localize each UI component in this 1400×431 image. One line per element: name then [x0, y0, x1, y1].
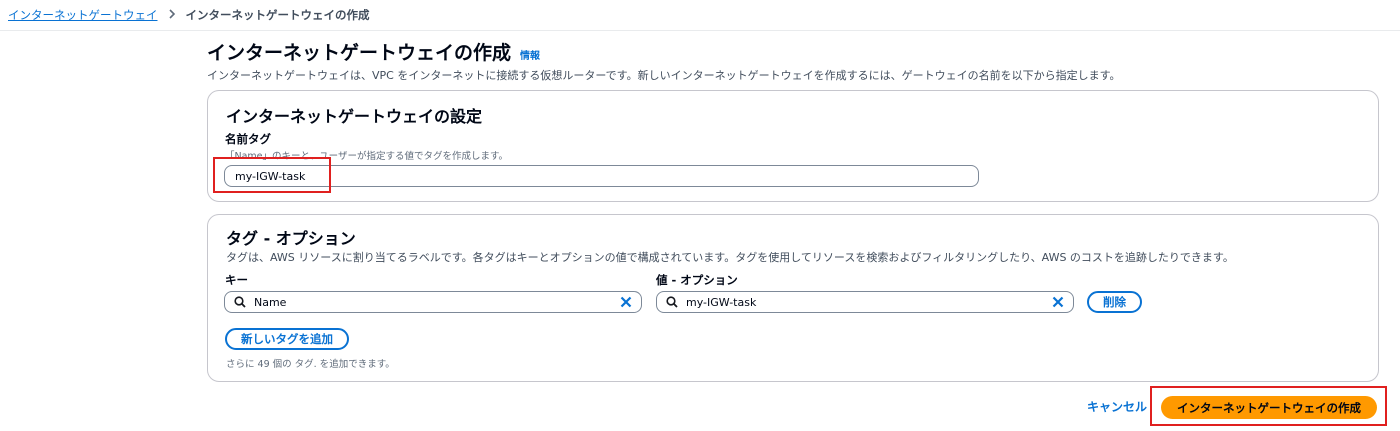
- name-tag-label: 名前タグ: [225, 132, 271, 146]
- settings-title: インターネットゲートウェイの設定: [226, 107, 483, 126]
- key-label: キー: [225, 273, 248, 287]
- search-icon: [666, 296, 678, 308]
- cancel-button[interactable]: キャンセル: [1087, 398, 1147, 415]
- remove-tag-button[interactable]: 削除: [1087, 291, 1142, 313]
- info-link[interactable]: 情報: [520, 47, 540, 62]
- divider: [0, 30, 1400, 31]
- tag-key-value: Name: [254, 295, 287, 309]
- value-label: 値 - オプション: [656, 273, 738, 287]
- add-tag-button[interactable]: 新しいタグを追加: [225, 328, 349, 350]
- page-header: インターネットゲートウェイの作成 情報 インターネットゲートウェイは、VPC を…: [207, 38, 1120, 83]
- gateway-settings-panel: インターネットゲートウェイの設定 名前タグ 「Name」のキーと、ユーザーが指定…: [207, 90, 1379, 202]
- tag-key-input[interactable]: Name: [224, 291, 642, 313]
- clear-icon[interactable]: [1052, 296, 1064, 308]
- name-tag-input[interactable]: my-IGW-task: [224, 165, 979, 187]
- tags-panel: タグ - オプション タグは、AWS リソースに割り当てるラベルです。各タグはキ…: [207, 214, 1379, 382]
- chevron-right-icon: [168, 8, 176, 22]
- name-tag-hint: 「Name」のキーと、ユーザーが指定する値でタグを作成します。: [225, 151, 509, 162]
- tag-value-value: my-IGW-task: [686, 295, 757, 309]
- tags-title: タグ - オプション: [226, 229, 356, 248]
- tags-limit-text: さらに 49 個の タグ. を追加できます。: [226, 359, 395, 370]
- page-description: インターネットゲートウェイは、VPC をインターネットに接続する仮想ルーターです…: [207, 69, 1121, 82]
- page-title: インターネットゲートウェイの作成: [207, 42, 512, 64]
- breadcrumb-link-internet-gateways[interactable]: インターネットゲートウェイ: [8, 7, 158, 23]
- breadcrumb-current: インターネットゲートウェイの作成: [185, 8, 370, 22]
- name-tag-value: my-IGW-task: [235, 169, 306, 183]
- tags-description: タグは、AWS リソースに割り当てるラベルです。各タグはキーとオプションの値で構…: [226, 251, 1234, 264]
- tag-value-input[interactable]: my-IGW-task: [656, 291, 1074, 313]
- create-internet-gateway-button[interactable]: インターネットゲートウェイの作成: [1161, 396, 1377, 419]
- search-icon: [234, 296, 246, 308]
- clear-icon[interactable]: [620, 296, 632, 308]
- breadcrumb: インターネットゲートウェイ インターネットゲートウェイの作成: [8, 6, 370, 24]
